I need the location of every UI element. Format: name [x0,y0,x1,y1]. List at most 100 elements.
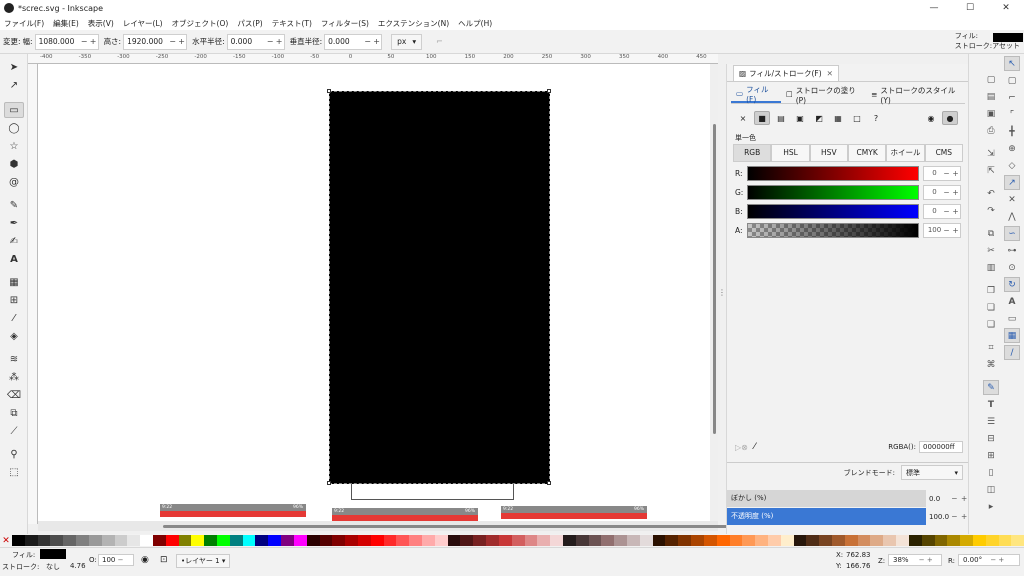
palette-swatch[interactable] [870,535,884,546]
palette-swatch[interactable] [588,535,602,546]
palette-swatch[interactable] [460,535,474,546]
menu-object[interactable]: オブジェクト(O) [172,18,229,29]
palette-swatch[interactable] [165,535,179,546]
status-opacity-input[interactable]: 100 − [98,554,134,566]
undo-icon[interactable]: ↶ [983,186,999,201]
blue-value[interactable]: 0 [924,207,942,215]
mesh-gradient-icon[interactable]: ◩ [811,111,827,125]
close-button[interactable]: ✕ [988,3,1024,13]
screenshot-thumbnail[interactable]: 9:22 96% [160,504,306,517]
palette-swatch[interactable] [268,535,282,546]
blue-increment-button[interactable]: + [951,207,960,216]
palette-swatch[interactable] [422,535,435,546]
save-icon[interactable]: ▣ [983,106,999,121]
status-fill-swatch[interactable] [40,549,66,559]
ry-decrement-button[interactable]: − [363,35,372,49]
snap-rotation-center-icon[interactable]: ↻ [1004,277,1020,292]
red-slider[interactable] [747,165,919,181]
menu-extensions[interactable]: エクステンション(N) [378,18,449,29]
palette-swatch[interactable] [140,535,153,546]
toolbar-overflow-icon[interactable]: ▸ [983,499,999,514]
resize-handle-sw[interactable] [327,481,331,485]
palette-swatch[interactable] [306,535,320,546]
paint-bucket-tool-icon[interactable]: ◈ [4,328,24,344]
alpha-slider[interactable] [747,222,919,238]
height-decrement-button[interactable]: − [168,35,177,49]
palette-swatch[interactable] [780,535,794,546]
corner-reset-icon[interactable]: ⌐ [436,37,443,46]
calligraphy-tool-icon[interactable]: ✍ [4,233,24,249]
spray-tool-icon[interactable]: ⁂ [4,369,24,385]
opacity-value[interactable]: 100.0 [926,513,949,521]
palette-swatch[interactable] [716,535,730,546]
snap-smooth-nodes-icon[interactable]: ∽ [1004,226,1020,241]
blue-spinbox[interactable]: 0− + [923,203,961,219]
visibility-toggle-icon[interactable]: ◉ [141,555,149,565]
palette-swatch[interactable] [665,535,679,546]
vertical-ruler[interactable] [28,64,38,524]
snap-guide-icon[interactable]: / [1004,345,1020,360]
palette-swatch[interactable] [332,535,346,546]
screenshot-thumbnail[interactable]: 9:22 96% [332,508,478,521]
palette-swatch[interactable] [114,535,128,546]
palette-swatch[interactable] [537,535,551,546]
export-icon[interactable]: ⇱ [983,163,999,178]
snap-line-midpoint-icon[interactable]: ⊶ [1004,243,1020,258]
palette-swatch[interactable] [242,535,256,546]
print-icon[interactable]: ⎙ [983,123,999,138]
alpha-spinbox[interactable]: 100− + [923,222,961,238]
text-tool-icon[interactable]: A [4,251,24,267]
palette-swatch[interactable] [127,535,141,546]
palette-swatch[interactable] [76,535,89,546]
selector-tool-icon[interactable]: ➤ [4,59,24,75]
snap-grid-icon[interactable]: ▦ [1004,328,1020,343]
lock-toggle-icon[interactable]: ⊡ [160,555,168,565]
ry-spinbox[interactable]: 0.000 − + [324,33,383,50]
blue-slider[interactable] [747,203,919,219]
palette-swatch[interactable] [921,535,935,546]
tab-cmyk[interactable]: CMYK [847,144,887,162]
height-spinbox[interactable]: 1920.000 − + [123,33,188,50]
flat-color-icon[interactable]: ■ [754,111,770,125]
palette-swatch[interactable] [191,535,205,546]
height-value[interactable]: 1920.000 [124,35,168,49]
snap-bbox-icon[interactable]: ▢ [1004,73,1020,88]
palette-swatch[interactable] [319,535,333,546]
eyedropper-icon[interactable]: ⁄ [754,442,756,452]
import-icon[interactable]: ⇲ [983,146,999,161]
palette-swatch[interactable] [883,535,897,546]
palette-swatch[interactable] [678,535,692,546]
snap-bbox-corner-icon[interactable]: ⌜ [1004,107,1020,122]
menu-text[interactable]: テキスト(T) [272,18,312,29]
rotate-input[interactable]: 0.00° − + [958,554,1020,566]
blur-decrement-button[interactable]: − [950,494,960,503]
menu-file[interactable]: ファイル(F) [4,18,44,29]
palette-swatch[interactable] [217,535,230,546]
green-value[interactable]: 0 [924,188,942,196]
palette-swatch[interactable] [819,535,832,546]
palette-swatch[interactable] [88,535,102,546]
star-tool-icon[interactable]: ☆ [4,138,24,154]
tweak-tool-icon[interactable]: ≋ [4,351,24,367]
palette-swatch[interactable] [204,535,217,546]
blur-value[interactable]: 0.0 [926,495,949,503]
palette-swatch[interactable] [63,535,77,546]
paste-icon[interactable]: ▥ [983,260,999,275]
tab-hsv[interactable]: HSV [809,144,848,162]
palette-swatch[interactable] [998,535,1012,546]
palette-swatch[interactable] [960,535,973,546]
snap-bbox-center-icon[interactable]: ⊕ [1004,141,1020,156]
alpha-increment-button[interactable]: + [951,226,960,235]
new-document-icon[interactable]: ▢ [983,72,999,87]
fill-rule-nonzero-icon[interactable]: ● [942,111,958,125]
horizontal-scrollbar[interactable] [38,521,748,531]
green-decrement-button[interactable]: − [942,188,951,197]
red-spinbox[interactable]: 0− + [923,165,961,181]
palette-swatch[interactable] [908,535,922,546]
snap-enable-icon[interactable]: ↖ [1004,56,1020,71]
height-increment-button[interactable]: + [177,35,186,49]
radial-gradient-icon[interactable]: ▣ [792,111,808,125]
tab-wheel[interactable]: ホイール [886,144,925,162]
zoom-tool-icon[interactable]: ⚲ [4,446,24,462]
palette-swatch[interactable] [50,535,64,546]
